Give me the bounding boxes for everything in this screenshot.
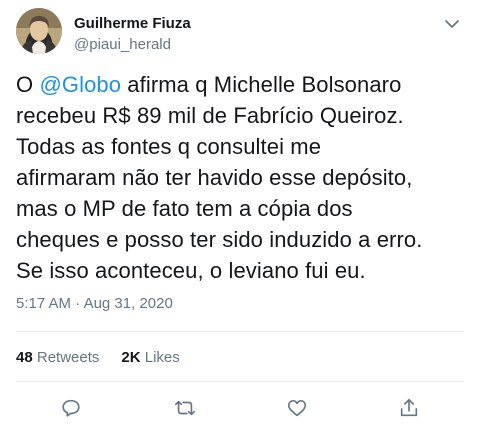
- meta-separator: ·: [75, 295, 81, 312]
- tweet-card: Guilherme Fiuza @piaui_herald O @Globo a…: [0, 0, 480, 435]
- tweet-timestamp[interactable]: 5:17 AM · Aug 31, 2020: [16, 295, 173, 312]
- retweets-label: Retweets: [36, 349, 100, 366]
- tweet-line: cheques e posso ter sido induzido a erro…: [16, 227, 423, 252]
- tweet-text-segment: O: [16, 72, 40, 97]
- tweet-date: Aug 31, 2020: [83, 295, 173, 312]
- tweet-text: O @Globo afirma q Michelle Bolsonaro rec…: [16, 69, 471, 286]
- share-icon[interactable]: [398, 397, 420, 419]
- divider: [16, 381, 464, 382]
- tweet-line: afirmaram não ter havido esse depósito,: [16, 165, 413, 190]
- likes-label: Likes: [144, 349, 180, 366]
- tweet-line: O @Globo afirma q Michelle Bolsonaro: [16, 69, 471, 100]
- divider: [16, 331, 464, 332]
- tweet-line: Todas as fontes q consultei me: [16, 134, 322, 159]
- tweet-line: recebeu R$ 89 mil de Fabrício Queiroz.: [16, 103, 404, 128]
- retweet-icon[interactable]: [174, 397, 196, 419]
- tweet-actions: [0, 393, 480, 423]
- tweet-line: Se isso aconteceu, o leviano fui eu.: [16, 258, 366, 283]
- author-info: Guilherme Fiuza @piaui_herald: [74, 14, 191, 54]
- likes-stat[interactable]: 2K Likes: [121, 349, 179, 366]
- avatar-portrait-image: [16, 8, 62, 54]
- reply-icon[interactable]: [60, 397, 82, 419]
- avatar[interactable]: [16, 8, 62, 54]
- tweet-text-segment: afirma q Michelle Bolsonaro: [121, 72, 402, 97]
- tweet-line: mas o MP de fato tem a cópia dos: [16, 196, 353, 221]
- tweet-time: 5:17 AM: [16, 295, 72, 312]
- author-display-name[interactable]: Guilherme Fiuza: [74, 14, 191, 33]
- likes-count: 2K: [121, 349, 141, 366]
- retweets-stat[interactable]: 48 Retweets: [16, 349, 99, 366]
- retweets-count: 48: [16, 349, 33, 366]
- like-icon[interactable]: [286, 397, 308, 419]
- chevron-down-icon[interactable]: [444, 17, 460, 29]
- mention-link[interactable]: @Globo: [39, 72, 121, 97]
- tweet-stats: 48 Retweets 2K Likes: [16, 349, 180, 366]
- author-handle[interactable]: @piaui_herald: [74, 35, 191, 54]
